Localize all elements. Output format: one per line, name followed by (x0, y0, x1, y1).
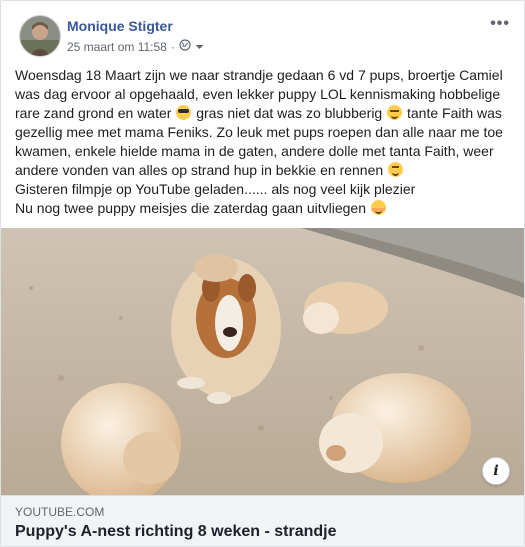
meta-separator: · (170, 39, 175, 54)
text-line: was dag ervoor al opgehaald, even lekker… (15, 86, 501, 102)
text-line: Gisteren filmpje op YouTube geladen.....… (15, 181, 416, 197)
text-line-8: andere vonden van alles op strand hup in… (15, 161, 512, 180)
sunglasses-emoji (176, 105, 192, 120)
post-text: Woensdag 18 Maart zijn we naar strandje … (15, 66, 512, 218)
link-title[interactable]: Puppy's A-nest richting 8 weken - strand… (15, 523, 337, 541)
text-line: gezellig mee met mama Feniks. Zo leuk me… (15, 124, 503, 140)
text-line: Woensdag 18 Maart zijn we naar strandje … (15, 67, 503, 83)
video-thumbnail[interactable]: i (1, 228, 524, 495)
grin-emoji (388, 162, 404, 177)
blush-emoji (370, 200, 386, 215)
privacy-dropdown-icon[interactable] (195, 40, 204, 54)
post-header: Monique Stigter 25 maart om 11:58 · ••• (15, 15, 510, 59)
text-line-10: Nu nog twee puppy meisjes die zaterdag g… (15, 199, 512, 218)
link-domain: YOUTUBE.COM (15, 505, 105, 519)
author-name[interactable]: Monique Stigter (67, 18, 173, 34)
globe-icon[interactable] (179, 39, 191, 54)
more-options-button[interactable]: ••• (490, 15, 510, 33)
info-button[interactable]: i (482, 457, 510, 485)
link-preview[interactable]: YOUTUBE.COM Puppy's A-nest richting 8 we… (1, 495, 524, 546)
sweat-emoji (387, 105, 403, 120)
text-line: kwamen, enkele hielde mama in de gaten, … (15, 143, 494, 159)
timestamp[interactable]: 25 maart om 11:58 (67, 40, 167, 54)
avatar[interactable] (19, 15, 61, 57)
post-meta: 25 maart om 11:58 · (67, 39, 204, 54)
text-line-3: rare zand grond en water gras niet dat w… (15, 105, 502, 121)
post-card: Monique Stigter 25 maart om 11:58 · ••• … (0, 0, 525, 547)
